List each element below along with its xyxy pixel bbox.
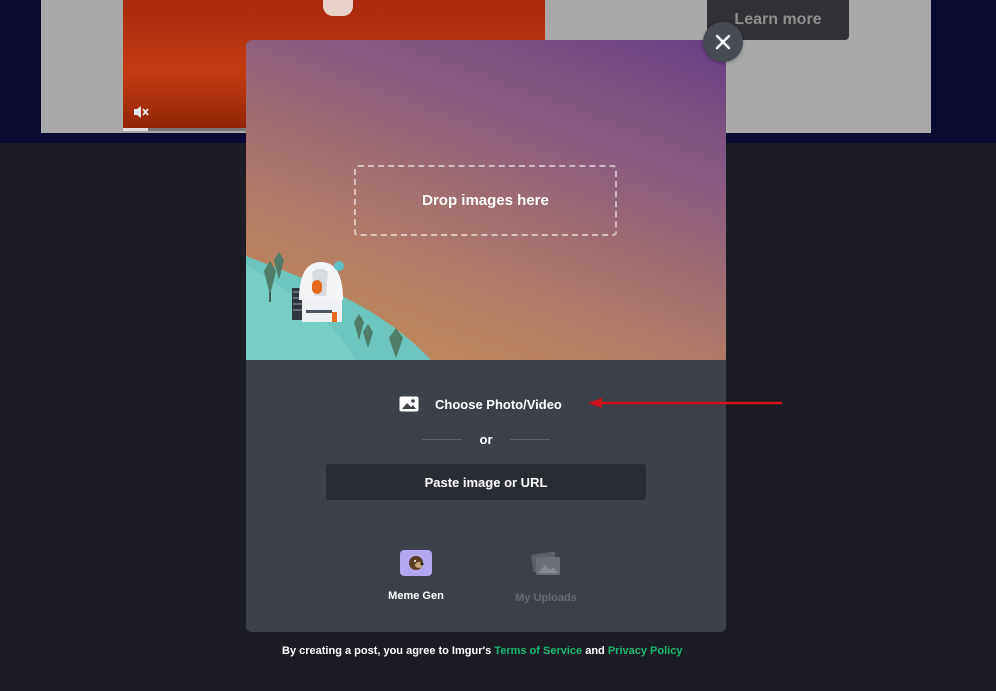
paste-image-or-url-button[interactable]: Paste image or URL [326,464,646,500]
upload-hero: Drop images here [246,40,726,360]
divider-line-left [422,438,462,440]
terms-of-service-link[interactable]: Terms of Service [494,645,582,657]
drop-zone[interactable]: Drop images here [354,165,617,236]
photo-icon [399,396,419,412]
ad-video-figure [323,0,353,16]
or-label: or [479,431,493,447]
divider-line-right [510,438,550,440]
close-icon [715,34,731,50]
choose-photo-video-label: Choose Photo/Video [435,396,562,412]
meme-gen-icon [400,550,432,576]
my-uploads-button[interactable]: My Uploads [501,550,591,610]
or-divider: or [422,431,550,447]
terms-and: and [585,645,605,657]
annotation-arrow [588,398,782,408]
privacy-policy-link[interactable]: Privacy Policy [608,645,683,657]
choose-photo-video-button[interactable]: Choose Photo/Video [399,390,579,418]
my-uploads-icon [531,551,560,575]
my-uploads-label: My Uploads [515,592,577,604]
terms-prefix: By creating a post, you agree to Imgur's [282,645,492,657]
mute-icon[interactable] [131,102,151,122]
ad-video-progress-fill [123,128,149,131]
upload-modal: Drop images here Choose Photo/Video or P… [246,40,726,632]
meme-gen-button[interactable]: Meme Gen [371,550,461,610]
close-modal-button[interactable] [703,22,743,62]
meme-gen-label: Meme Gen [388,590,444,602]
